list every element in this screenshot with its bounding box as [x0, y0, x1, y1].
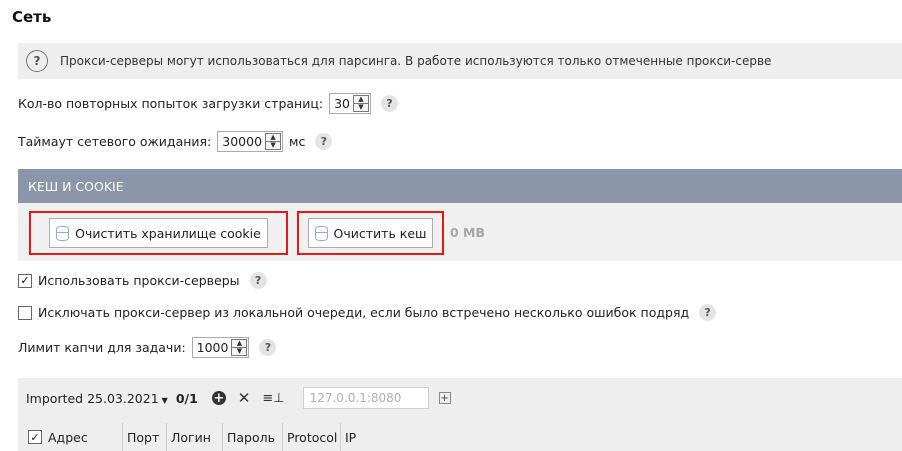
- column-login[interactable]: Логин: [166, 423, 222, 451]
- retries-value[interactable]: 30: [330, 96, 353, 111]
- captcha-label: Лимит капчи для задачи:: [18, 340, 186, 355]
- retries-label: Кол-во повторных попыток загрузки страни…: [18, 96, 324, 111]
- cache-size: 0 MB: [450, 225, 486, 240]
- column-port[interactable]: Порт: [122, 423, 166, 451]
- clear-cookie-highlight: Очистить хранилище cookie: [29, 211, 288, 255]
- page-title: Сеть: [12, 8, 52, 26]
- column-password[interactable]: Пароль: [222, 423, 282, 451]
- info-text: Прокси-серверы могут использоваться для …: [60, 54, 772, 68]
- retries-row: Кол-во повторных попыток загрузки страни…: [18, 93, 398, 114]
- clear-cache-button[interactable]: Очистить кеш: [307, 218, 434, 248]
- stepper-down-icon[interactable]: ▼: [353, 103, 368, 111]
- column-label: Адрес: [48, 429, 88, 445]
- use-proxies-checkbox[interactable]: ✓: [18, 273, 32, 288]
- help-icon[interactable]: ?: [259, 339, 277, 356]
- timeout-stepper[interactable]: 30000 ▲ ▼: [217, 131, 284, 152]
- clear-cache-label: Очистить кеш: [333, 225, 427, 241]
- help-icon[interactable]: ?: [249, 272, 267, 289]
- format-icon[interactable]: ≡⊥: [262, 391, 284, 406]
- stepper-down-icon[interactable]: ▼: [266, 141, 281, 149]
- cache-section-header: КЕШ И COOKIE: [18, 169, 902, 203]
- select-all-checkbox[interactable]: ✓: [28, 430, 42, 444]
- info-banner: ? Прокси-серверы могут использоваться дл…: [18, 43, 902, 79]
- clear-cache-highlight: Очистить кеш: [297, 211, 444, 255]
- help-icon[interactable]: ?: [699, 304, 717, 321]
- column-label: Protocol: [287, 429, 338, 445]
- stepper-down-icon[interactable]: ▼: [232, 347, 247, 355]
- column-ip[interactable]: IP: [340, 423, 370, 451]
- use-proxies-label[interactable]: Использовать прокси-серверы: [38, 273, 240, 288]
- column-label: Логин: [171, 429, 211, 445]
- exclude-proxy-label[interactable]: Исключать прокси-сервер из локальной оче…: [38, 305, 689, 320]
- add-proxy-icon[interactable]: +: [211, 391, 226, 405]
- exclude-proxy-row: Исключать прокси-сервер из локальной оче…: [18, 304, 717, 321]
- captcha-value[interactable]: 1000: [193, 340, 232, 355]
- proxy-toolbar: Imported 25.03.2021 ▼ 0/1 + ✕ ≡⊥ 127.0.0.…: [26, 386, 451, 410]
- timeout-value[interactable]: 30000: [218, 134, 265, 149]
- delete-icon[interactable]: ✕: [238, 389, 251, 407]
- retries-stepper-arrows[interactable]: ▲ ▼: [352, 95, 369, 112]
- column-label: Пароль: [227, 429, 275, 445]
- stepper-up-icon[interactable]: ▲: [232, 340, 246, 347]
- help-icon[interactable]: ?: [380, 95, 398, 112]
- captcha-row: Лимит капчи для задачи: 1000 ▲ ▼ ?: [18, 337, 277, 358]
- dropdown-arrow-icon[interactable]: ▼: [162, 396, 168, 405]
- timeout-row: Таймаут сетевого ожидания: 30000 ▲ ▼ мс …: [18, 131, 333, 152]
- database-icon: [314, 225, 328, 241]
- use-proxies-row: ✓ Использовать прокси-серверы ?: [18, 272, 267, 289]
- timeout-unit: мс: [289, 134, 306, 149]
- stepper-up-icon[interactable]: ▲: [354, 96, 368, 103]
- retries-stepper[interactable]: 30 ▲ ▼: [329, 93, 371, 114]
- help-icon[interactable]: ?: [315, 133, 333, 150]
- column-protocol[interactable]: Protocol: [282, 423, 340, 451]
- clear-cookie-label: Очистить хранилище cookie: [75, 225, 261, 241]
- proxy-table-header: ✓ Адрес Порт Логин Пароль Protocol IP: [18, 423, 370, 451]
- proxy-list-select[interactable]: Imported 25.03.2021 ▼: [26, 391, 168, 406]
- timeout-stepper-arrows[interactable]: ▲ ▼: [265, 133, 282, 150]
- clear-cookie-button[interactable]: Очистить хранилище cookie: [49, 218, 268, 248]
- timeout-label: Таймаут сетевого ожидания:: [18, 134, 212, 149]
- column-address[interactable]: ✓ Адрес: [18, 423, 122, 451]
- expand-icon[interactable]: +: [438, 392, 451, 404]
- captcha-stepper-arrows[interactable]: ▲ ▼: [231, 339, 248, 356]
- question-circle-icon: ?: [26, 50, 48, 72]
- proxy-list-panel: Imported 25.03.2021 ▼ 0/1 + ✕ ≡⊥ 127.0.0.…: [18, 378, 902, 451]
- cache-section-body: Очистить хранилище cookie Очистить кеш 0…: [18, 203, 902, 261]
- captcha-stepper[interactable]: 1000 ▲ ▼: [191, 337, 250, 358]
- proxy-list-name[interactable]: Imported 25.03.2021: [26, 391, 159, 406]
- proxy-count: 0/1: [175, 390, 198, 406]
- database-icon: [56, 225, 70, 241]
- exclude-proxy-checkbox[interactable]: [18, 305, 32, 320]
- stepper-up-icon[interactable]: ▲: [266, 134, 280, 141]
- column-label: IP: [345, 429, 357, 445]
- column-label: Порт: [127, 429, 160, 445]
- cache-section-title: КЕШ И COOKIE: [28, 178, 124, 194]
- proxy-address-input[interactable]: 127.0.0.1:8080: [302, 387, 429, 409]
